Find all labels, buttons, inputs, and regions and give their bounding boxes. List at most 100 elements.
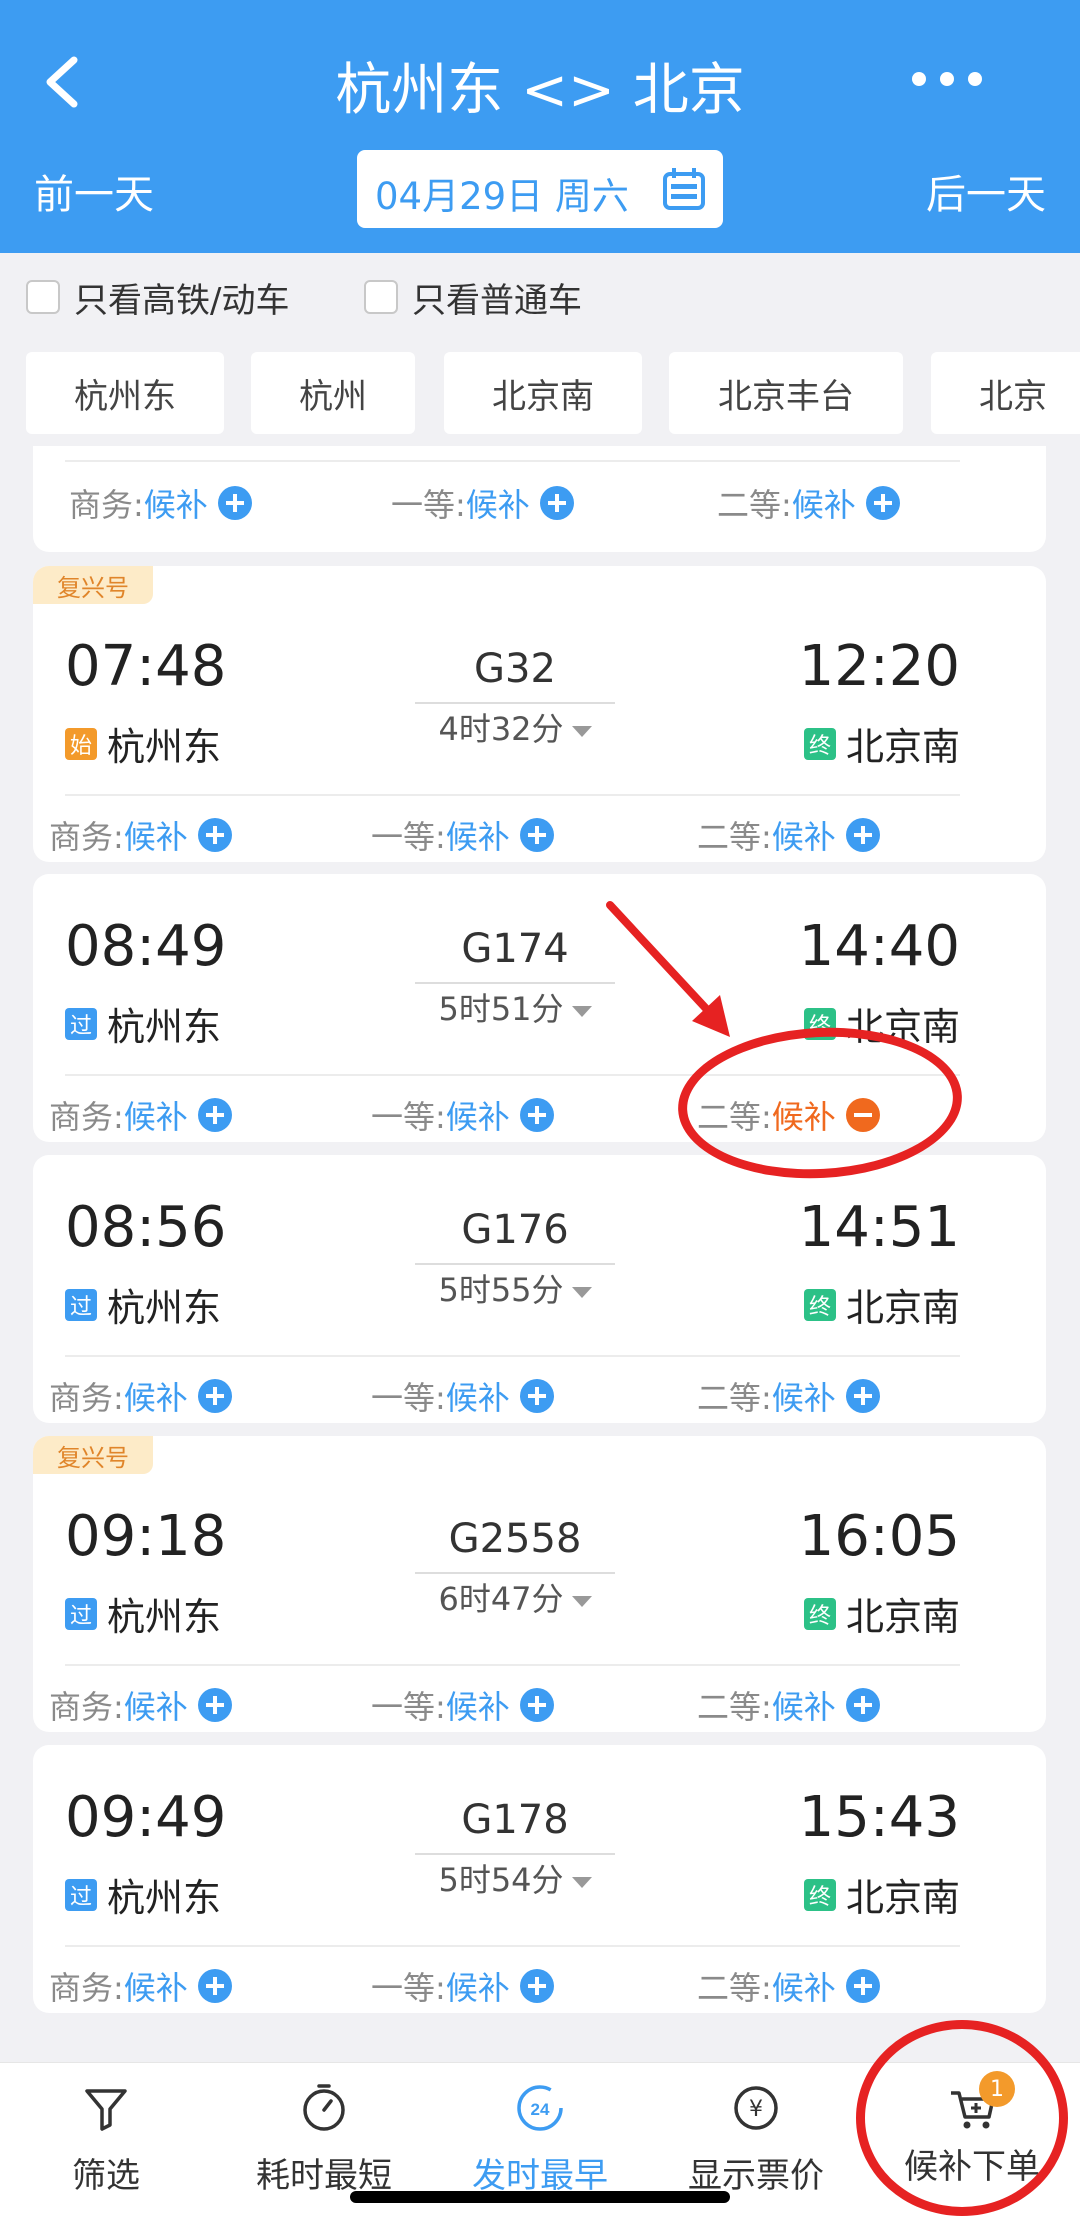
departure-time: 08:49 (65, 914, 227, 979)
plus-icon[interactable] (865, 486, 900, 520)
more-options-icon[interactable] (912, 72, 982, 92)
arrival-station: 终北京南 (803, 1586, 960, 1641)
arrival-time: 14:40 (798, 914, 960, 979)
seat-business[interactable]: 商务: 候补 (49, 812, 232, 858)
seat-second[interactable]: 二等: 候补 (697, 1373, 880, 1419)
next-day-button[interactable]: 后一天 (926, 162, 1046, 220)
departure-station: 过杭州东 (65, 1586, 221, 1641)
tab-shortest[interactable]: 耗时最短 (224, 2081, 424, 2197)
station-tag-icon: 过 (65, 1288, 97, 1321)
seat-second[interactable]: 二等: 候补 (717, 480, 900, 526)
plus-icon[interactable] (197, 818, 232, 852)
fuxing-badge: 复兴号 (33, 1436, 153, 1474)
plus-icon[interactable] (519, 1688, 554, 1722)
seat-second[interactable]: 二等: 候补 (697, 1682, 880, 1728)
departure-time: 07:48 (65, 634, 227, 699)
station-tag-icon: 过 (65, 1007, 97, 1040)
train-card[interactable]: 复兴号 07:48 G32 4时32分 12:20 始杭州东 终北京南 商务: 候补 一等: 候补 二… (33, 566, 1046, 862)
tab-filter[interactable]: 筛选 (6, 2081, 206, 2197)
caret-down-icon (571, 1595, 592, 1607)
duration[interactable]: 5时51分 (415, 984, 615, 1030)
seat-business[interactable]: 商务: 候补 (49, 1373, 232, 1419)
tab-price-label: 显示票价 (688, 2156, 824, 2196)
date-picker[interactable]: 04月29日 周六 (357, 150, 723, 228)
24h-clock-icon: 24 (517, 2085, 563, 2131)
annotation-circle-waitlist (856, 2020, 1068, 2216)
station-tag-icon: 终 (803, 727, 836, 760)
timer-icon (303, 2084, 345, 2131)
station-chip[interactable]: 北京 (931, 352, 1080, 434)
arrival-time: 16:05 (798, 1504, 960, 1569)
station-chip[interactable]: 杭州 (251, 352, 415, 434)
plus-icon[interactable] (197, 1098, 232, 1132)
seat-business[interactable]: 商务: 候补 (69, 480, 252, 526)
seat-first[interactable]: 一等: 候补 (371, 1963, 554, 2009)
seat-second[interactable]: 二等: 候补 (697, 1963, 880, 2009)
plus-icon[interactable] (519, 1379, 554, 1413)
seat-first[interactable]: 一等: 候补 (371, 1092, 554, 1138)
station-tag-icon: 始 (65, 727, 97, 760)
train-number[interactable]: G176 (415, 1207, 615, 1253)
arrival-time: 14:51 (798, 1195, 960, 1260)
tab-shortest-label: 耗时最短 (256, 2156, 392, 2196)
header: 杭州东 <> 北京 前一天 04月29日 周六 后一天 (0, 0, 1080, 253)
duration[interactable]: 5时54分 (415, 1855, 615, 1901)
normal-checkbox[interactable] (364, 280, 398, 314)
plus-icon[interactable] (217, 486, 252, 520)
plus-icon[interactable] (539, 486, 574, 520)
station-tag-icon: 终 (803, 1288, 836, 1321)
duration[interactable]: 4时32分 (415, 704, 615, 750)
train-number[interactable]: G2558 (415, 1516, 615, 1562)
station-tag-icon: 过 (65, 1878, 97, 1911)
seat-first[interactable]: 一等: 候补 (391, 480, 574, 526)
train-number[interactable]: G32 (415, 646, 615, 692)
plus-icon[interactable] (845, 818, 880, 852)
seat-second[interactable]: 二等: 候补 (697, 812, 880, 858)
plus-icon[interactable] (519, 1098, 554, 1132)
tab-price[interactable]: ¥ 显示票价 (656, 2081, 856, 2197)
seat-business[interactable]: 商务: 候补 (49, 1682, 232, 1728)
filter-highspeed-label: 只看高铁/动车 (74, 280, 290, 321)
filter-highspeed[interactable]: 只看高铁/动车 (26, 275, 290, 321)
train-card-partial[interactable]: 商务: 候补 一等: 候补 二等: 候补 (33, 446, 1046, 552)
plus-icon[interactable] (519, 1969, 554, 2003)
train-number[interactable]: G178 (415, 1797, 615, 1843)
seat-first[interactable]: 一等: 候补 (371, 1682, 554, 1728)
plus-icon[interactable] (519, 818, 554, 852)
train-card[interactable]: 08:56 G176 5时55分 14:51 过杭州东 终北京南 商务: 候补 一等: 候补 二等:… (33, 1155, 1046, 1423)
station-chip[interactable]: 杭州东 (26, 352, 224, 434)
caret-down-icon (571, 725, 592, 737)
departure-time: 09:18 (65, 1504, 227, 1569)
plus-icon[interactable] (845, 1379, 880, 1413)
plus-icon[interactable] (845, 1969, 880, 2003)
departure-time: 09:49 (65, 1785, 227, 1850)
duration[interactable]: 6时47分 (415, 1574, 615, 1620)
tab-earliest[interactable]: 24 发时最早 (440, 2081, 640, 2197)
highspeed-checkbox[interactable] (26, 280, 60, 314)
seat-first[interactable]: 一等: 候补 (371, 812, 554, 858)
filter-normal-label: 只看普通车 (412, 280, 582, 321)
train-card[interactable]: 09:49 G178 5时54分 15:43 过杭州东 终北京南 商务: 候补 一等: 候补 二等:… (33, 1745, 1046, 2013)
plus-icon[interactable] (197, 1688, 232, 1722)
filter-normal[interactable]: 只看普通车 (364, 275, 582, 321)
calendar-icon (663, 168, 705, 210)
departure-station: 过杭州东 (65, 1277, 221, 1332)
arrival-time: 12:20 (798, 634, 960, 699)
train-number[interactable]: G174 (415, 926, 615, 972)
seat-business[interactable]: 商务: 候补 (49, 1963, 232, 2009)
svg-text:¥: ¥ (749, 2097, 763, 2122)
duration[interactable]: 5时55分 (415, 1265, 615, 1311)
station-tag-icon: 过 (65, 1597, 97, 1630)
prev-day-button[interactable]: 前一天 (34, 162, 154, 220)
arrival-station: 终北京南 (803, 716, 960, 771)
plus-icon[interactable] (197, 1379, 232, 1413)
station-chip[interactable]: 北京丰台 (669, 352, 903, 434)
seat-business[interactable]: 商务: 候补 (49, 1092, 232, 1138)
train-card[interactable]: 复兴号 09:18 G2558 6时47分 16:05 过杭州东 终北京南商务: 候补 一等: 候… (33, 1436, 1046, 1732)
seat-first[interactable]: 一等: 候补 (371, 1373, 554, 1419)
tab-filter-label: 筛选 (72, 2156, 140, 2196)
caret-down-icon (571, 1876, 592, 1888)
station-chip[interactable]: 北京南 (444, 352, 642, 434)
plus-icon[interactable] (197, 1969, 232, 2003)
plus-icon[interactable] (845, 1688, 880, 1722)
